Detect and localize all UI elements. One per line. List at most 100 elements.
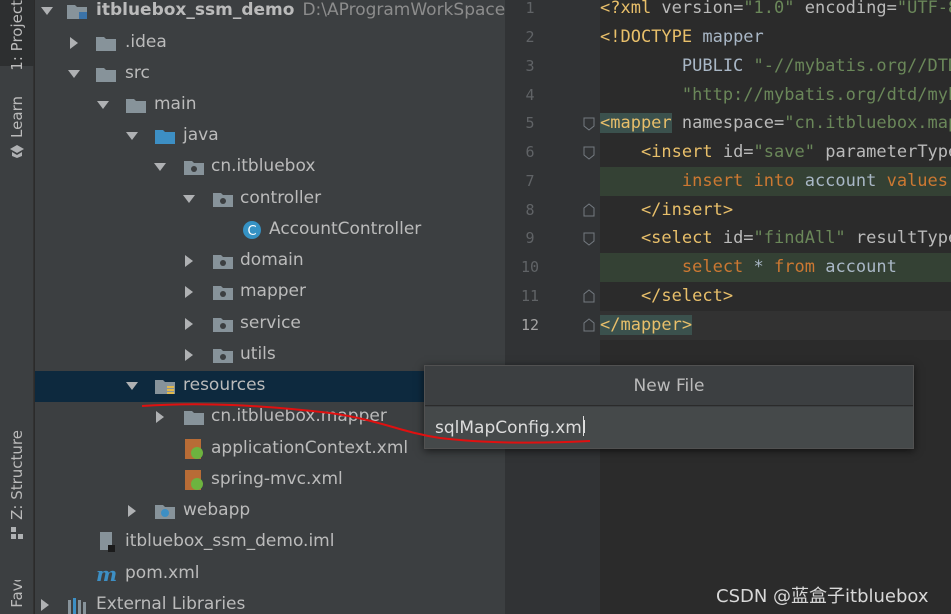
project-tab-label: 1: Project <box>8 0 26 71</box>
tree-label: itbluebox_ssm_demo D:\AProgramWorkSpace\i… <box>96 0 505 20</box>
web-folder-icon <box>155 505 175 519</box>
tree-label: itbluebox_ssm_demo.iml <box>125 531 335 551</box>
code-line-2: <!DOCTYPE mapper <box>600 27 764 47</box>
tree-label: External Libraries <box>96 594 246 614</box>
fold-end-icon[interactable] <box>583 203 595 217</box>
tree-row-controller[interactable]: controller <box>35 184 505 215</box>
tree-label: utils <box>240 344 276 364</box>
tree-row-src[interactable]: src <box>35 59 505 90</box>
tree-row-iml[interactable]: itbluebox_ssm_demo.iml <box>35 527 505 558</box>
package-icon <box>213 286 233 300</box>
expand-down-icon[interactable] <box>153 160 167 174</box>
structure-tool-tab[interactable]: Z: Structure <box>0 430 34 550</box>
tree-label: mapper <box>240 281 307 301</box>
structure-icon <box>11 526 23 539</box>
tree-label: service <box>240 313 301 333</box>
fold-marker-icon[interactable] <box>583 146 595 160</box>
expand-right-icon[interactable] <box>125 504 139 518</box>
tree-label: spring-mvc.xml <box>211 469 343 489</box>
spring-xml-icon <box>185 470 203 490</box>
package-icon <box>213 349 233 363</box>
code-line-12: </mapper> <box>600 311 951 340</box>
svg-text:m: m <box>96 563 117 585</box>
filename-input[interactable] <box>425 407 913 448</box>
tree-label: main <box>154 94 197 114</box>
code-line-7: insert into account values <box>600 167 951 196</box>
package-icon <box>184 161 204 175</box>
expand-right-icon[interactable] <box>153 410 167 424</box>
tree-row-java[interactable]: java <box>35 121 505 152</box>
source-folder-icon <box>155 130 175 144</box>
code-line-4: "http://mybatis.org/dtd/mybatis-3-mapper… <box>681 85 951 105</box>
expand-down-icon[interactable] <box>40 4 54 18</box>
resources-folder-icon <box>155 380 175 394</box>
fold-end-icon[interactable] <box>583 318 595 332</box>
expand-down-icon[interactable] <box>125 379 139 393</box>
tree-row-pom[interactable]: m pom.xml <box>35 559 505 590</box>
tree-row-webapp[interactable]: webapp <box>35 496 505 527</box>
maven-icon: m <box>96 563 117 585</box>
code-line-9: <select id="findAll" resultType= <box>600 228 951 248</box>
tree-label: webapp <box>183 500 251 520</box>
expand-down-icon[interactable] <box>96 98 110 112</box>
root-module-path: D:\AProgramWorkSpace\idea <box>302 0 505 20</box>
tree-row-service[interactable]: service <box>35 309 505 340</box>
expand-right-icon[interactable] <box>182 254 196 268</box>
tree-label: applicationContext.xml <box>211 438 409 458</box>
line-number: 8 <box>525 201 535 219</box>
tree-label: java <box>183 125 219 145</box>
code-line-6: <insert id="save" parameterType= <box>600 142 951 162</box>
learn-icon <box>10 144 24 158</box>
module-folder-icon <box>67 5 87 19</box>
iml-file-icon <box>100 532 115 552</box>
tree-label: pom.xml <box>125 563 200 583</box>
tree-row-account-controller[interactable]: C AccountController <box>35 215 505 246</box>
project-tree[interactable]: itbluebox_ssm_demo D:\AProgramWorkSpace\i… <box>35 0 505 614</box>
favorites-tool-tab[interactable]: Favorites <box>0 580 34 614</box>
dialog-title: New File <box>425 366 913 406</box>
package-icon <box>213 255 233 269</box>
fold-end-icon[interactable] <box>583 289 595 303</box>
tree-row-idea[interactable]: .idea <box>35 28 505 59</box>
folder-icon <box>184 411 204 425</box>
fold-marker-icon[interactable] <box>583 232 595 246</box>
expand-right-icon[interactable] <box>67 36 81 50</box>
tree-row-mapper[interactable]: mapper <box>35 277 505 308</box>
expand-down-icon[interactable] <box>67 67 81 81</box>
editor-gutter: 1 2 3 4 5 6 7 8 9 10 11 12 <box>505 0 600 614</box>
root-module-name: itbluebox_ssm_demo <box>96 0 295 20</box>
learn-tool-tab[interactable]: Learn <box>0 96 34 166</box>
line-number: 7 <box>525 172 535 190</box>
tool-window-strip: 1: Project Learn Z: Structure Favorites <box>0 0 34 614</box>
line-number: 5 <box>525 114 535 132</box>
tree-row-domain[interactable]: domain <box>35 246 505 277</box>
code-editor[interactable]: <?xml version="1.0" encoding="UTF-8" <!D… <box>600 0 951 614</box>
fold-marker-icon[interactable] <box>583 117 595 131</box>
tree-label: src <box>125 63 150 83</box>
structure-tab-label: Z: Structure <box>8 430 26 520</box>
tree-row-root[interactable]: itbluebox_ssm_demo D:\AProgramWorkSpace\i… <box>35 0 505 27</box>
folder-icon <box>96 37 116 51</box>
line-number: 10 <box>520 258 540 276</box>
expand-right-icon[interactable] <box>182 348 196 362</box>
expand-right-icon[interactable] <box>182 317 196 331</box>
code-line-10: select * from account <box>600 253 951 282</box>
watermark: CSDN @蓝盒子itbluebox <box>716 586 929 607</box>
expand-right-icon[interactable] <box>38 598 52 612</box>
expand-down-icon[interactable] <box>182 192 196 206</box>
expand-down-icon[interactable] <box>125 129 139 143</box>
project-tool-tab[interactable]: 1: Project <box>0 0 34 71</box>
expand-right-icon[interactable] <box>182 285 196 299</box>
tree-row-spring-mvc[interactable]: spring-mvc.xml <box>35 465 505 496</box>
learn-tab-label: Learn <box>8 96 26 138</box>
libraries-icon <box>68 598 86 614</box>
tree-row-main[interactable]: main <box>35 90 505 121</box>
tree-label: .idea <box>125 32 167 52</box>
package-icon <box>213 193 233 207</box>
tree-row-external-libraries[interactable]: External Libraries <box>35 590 505 614</box>
tree-row-package[interactable]: cn.itbluebox <box>35 152 505 183</box>
folder-icon <box>126 99 146 113</box>
package-icon <box>213 318 233 332</box>
line-number: 11 <box>520 287 540 305</box>
code-line-5: <mapper namespace="cn.itbluebox.mapper.A… <box>600 113 951 133</box>
